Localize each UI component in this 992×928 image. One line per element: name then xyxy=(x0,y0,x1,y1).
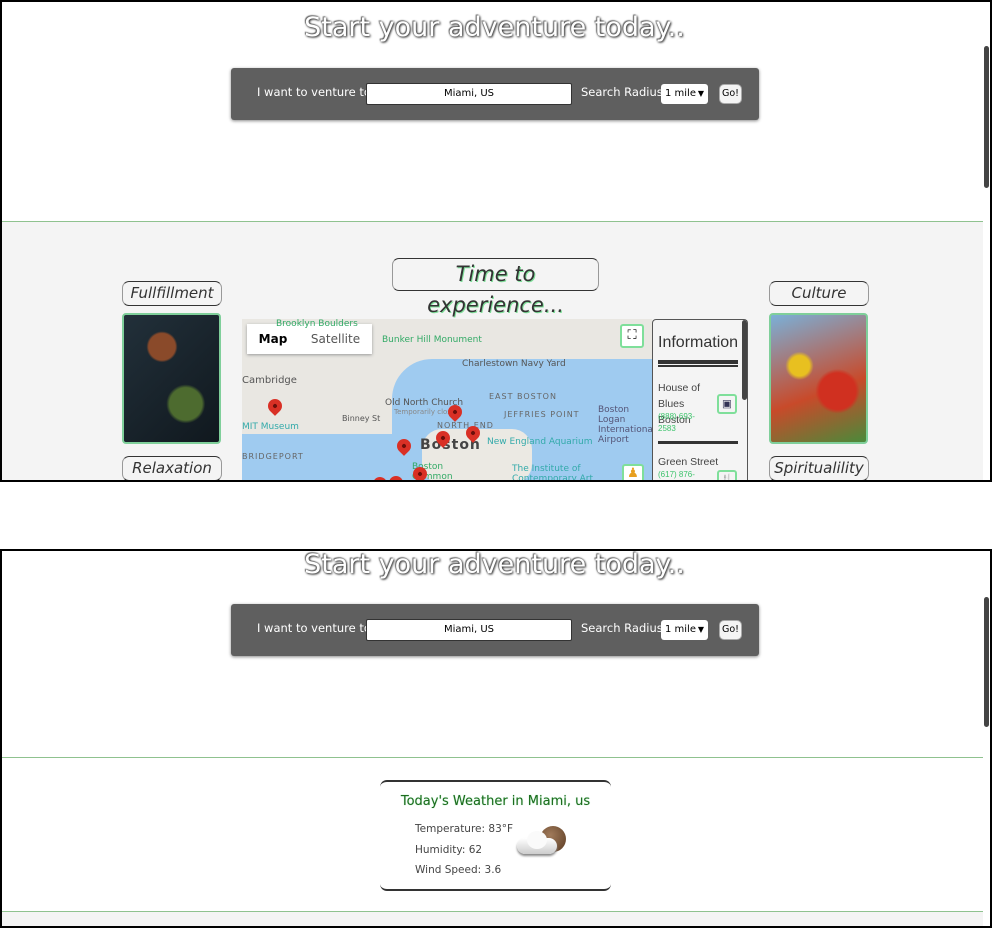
fullscreen-icon[interactable]: ⛶ xyxy=(620,324,644,348)
info-item-phone: (888) 693-2583 xyxy=(658,412,695,433)
venue-icon[interactable]: ▣ xyxy=(717,394,737,414)
radius-value: 1 mile xyxy=(665,88,696,99)
info-item-name[interactable]: Green Street xyxy=(658,455,718,469)
radius-select[interactable]: 1 mile ▼ xyxy=(661,84,708,104)
next-section xyxy=(2,912,988,926)
map-label: Bunker Hill Monument xyxy=(382,335,482,345)
category-relaxation[interactable]: Relaxation xyxy=(122,456,222,480)
page-scrollbar[interactable] xyxy=(983,551,990,926)
weather-card: Today's Weather in Miami, us Temperature… xyxy=(380,780,611,891)
food-photo[interactable] xyxy=(122,313,221,444)
page-scrollbar[interactable] xyxy=(983,2,990,480)
map-marker[interactable] xyxy=(265,396,285,416)
satellite-tab[interactable]: Satellite xyxy=(299,332,372,346)
map-label: The Institute of Contemporary Art xyxy=(512,464,594,482)
experience-heading: Time to experience... xyxy=(392,258,599,317)
radius-label: Search Radius xyxy=(581,85,663,99)
map-label: BRIDGEPORT xyxy=(242,452,304,461)
restaurant-icon[interactable]: 🍴 xyxy=(717,470,737,480)
page-title: Start your adventure today.. xyxy=(304,549,685,580)
search-bar: I want to venture to Miami, US Search Ra… xyxy=(231,604,759,656)
info-heading: Information xyxy=(658,334,739,351)
search-bar: I want to venture to Miami, US Search Ra… xyxy=(231,68,759,120)
info-scrollbar[interactable] xyxy=(742,320,747,400)
map-label: JEFFRIES POINT xyxy=(504,410,580,419)
pegman-icon[interactable]: ♟ xyxy=(622,464,644,480)
map-tab[interactable]: Map xyxy=(247,332,299,346)
category-spirituality[interactable]: Spiritualility xyxy=(769,456,869,480)
radius-select[interactable]: 1 mile ▼ xyxy=(661,620,708,640)
destination-label: I want to venture to xyxy=(257,621,371,635)
map-label: NORTH END xyxy=(437,421,494,430)
chevron-down-icon: ▼ xyxy=(697,625,704,634)
map-label: Boston Logan International Airport xyxy=(598,405,652,445)
category-fulfillment[interactable]: Fullfillment xyxy=(122,281,222,306)
scrollbar-thumb[interactable] xyxy=(984,46,989,188)
map-label: Cambridge xyxy=(242,375,297,386)
go-button[interactable]: Go! xyxy=(719,84,742,104)
radius-value: 1 mile xyxy=(665,624,696,635)
scrollbar-thumb[interactable] xyxy=(984,597,989,727)
wind-speed: Wind Speed: 3.6 xyxy=(415,864,502,876)
screenshot-before: Start your adventure today.. I want to v… xyxy=(0,0,992,482)
info-item-phone: (617) 876- xyxy=(658,470,695,479)
info-heading-rule xyxy=(658,360,738,367)
go-button[interactable]: Go! xyxy=(719,620,742,640)
info-divider xyxy=(658,441,738,444)
map-label: Binney St xyxy=(342,414,381,423)
humidity: Humidity: 62 xyxy=(415,843,483,856)
map-label: Charlestown Navy Yard xyxy=(462,359,566,369)
map-label: EAST BOSTON xyxy=(489,392,557,401)
culture-photo[interactable] xyxy=(769,313,868,444)
partly-cloudy-night-icon xyxy=(515,826,570,861)
weather-heading: Today's Weather in Miami, us xyxy=(400,794,591,809)
map-label: New England Aquarium xyxy=(487,437,593,447)
info-panel: Information House of Blues Boston (888) … xyxy=(652,319,748,480)
map-label: MIT Museum xyxy=(242,422,299,432)
chevron-down-icon: ▼ xyxy=(697,89,704,98)
category-culture[interactable]: Culture xyxy=(769,281,869,306)
screenshot-after: Start your adventure today.. I want to v… xyxy=(0,549,992,928)
destination-input[interactable]: Miami, US xyxy=(366,83,572,105)
temperature: Temperature: 83°F xyxy=(415,823,514,835)
radius-label: Search Radius xyxy=(581,621,663,635)
destination-input[interactable]: Miami, US xyxy=(366,619,572,641)
map-label: Brooklyn Boulders xyxy=(276,319,358,329)
map[interactable]: Map Satellite ⛶ ♟ Brooklyn Boulders Bunk… xyxy=(242,319,652,482)
destination-label: I want to venture to xyxy=(257,85,371,99)
page-title: Start your adventure today.. xyxy=(304,12,685,43)
